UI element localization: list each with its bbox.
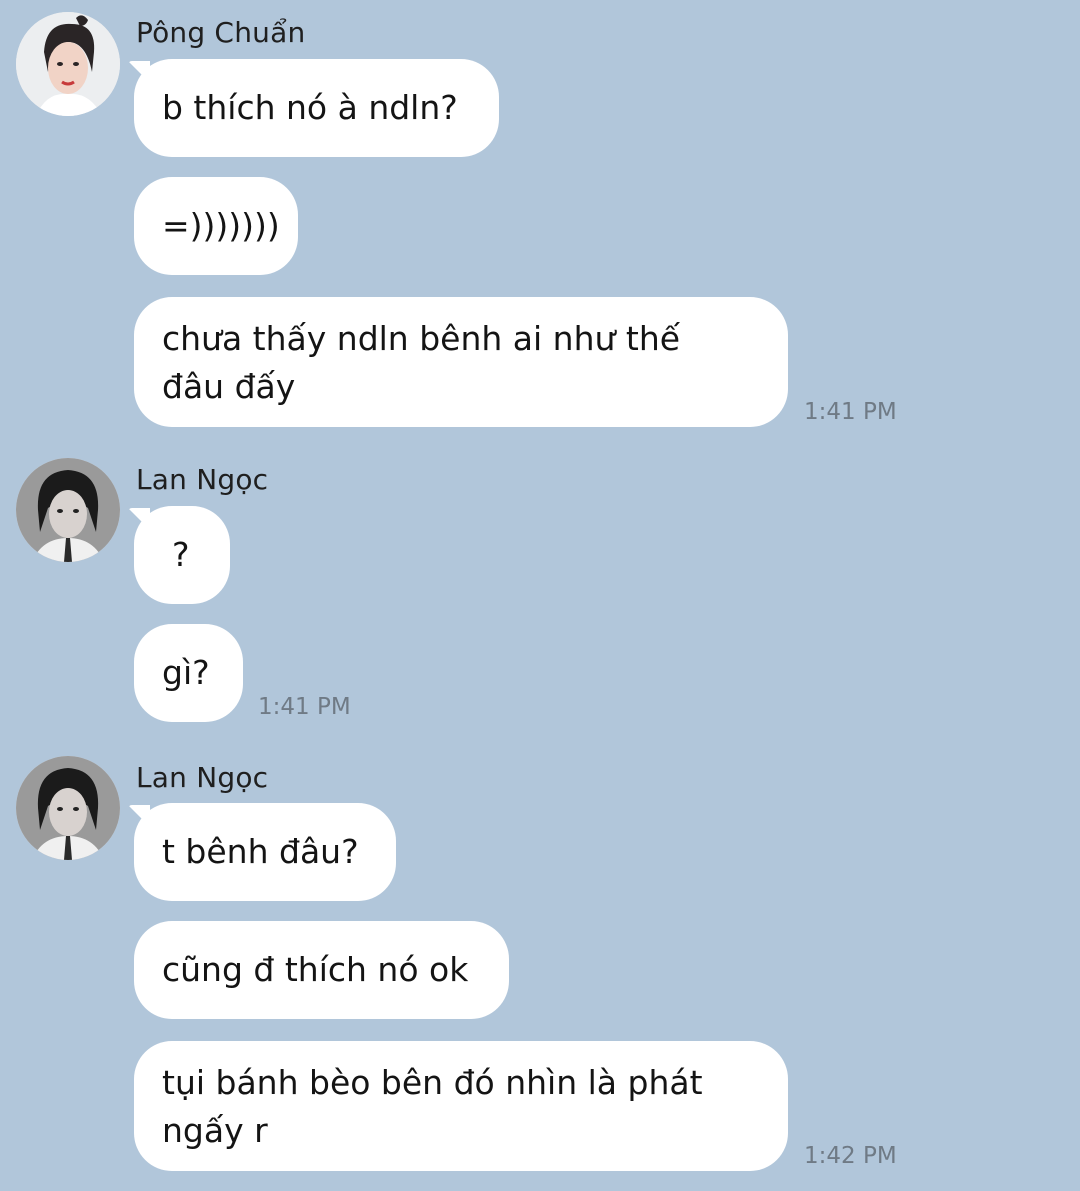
message-bubble[interactable]: b thích nó à ndln? bbox=[134, 59, 499, 157]
sender-name: Lan Ngọc bbox=[136, 463, 269, 496]
message-bubble[interactable]: chưa thấy ndln bênh ai như thế đâu đấy bbox=[134, 297, 788, 427]
message-bubble[interactable]: t bênh đâu? bbox=[134, 803, 396, 901]
message-bubble[interactable]: cũng đ thích nó ok bbox=[134, 921, 509, 1019]
message-timestamp: 1:42 PM bbox=[804, 1143, 897, 1169]
contact-avatar-icon bbox=[16, 458, 120, 562]
sender-name: Lan Ngọc bbox=[136, 761, 269, 794]
message-bubble[interactable]: ? bbox=[134, 506, 230, 604]
message-timestamp: 1:41 PM bbox=[258, 694, 351, 720]
message-bubble[interactable]: tụi bánh bèo bên đó nhìn là phát ngấy r bbox=[134, 1041, 788, 1171]
avatar[interactable] bbox=[16, 756, 120, 860]
message-bubble[interactable]: =))))))) bbox=[134, 177, 298, 275]
avatar[interactable] bbox=[16, 458, 120, 562]
sender-name: Pông Chuẩn bbox=[136, 16, 306, 49]
contact-avatar-icon bbox=[16, 756, 120, 860]
message-bubble[interactable]: gì? bbox=[134, 624, 243, 722]
contact-avatar-icon bbox=[16, 12, 120, 116]
message-timestamp: 1:41 PM bbox=[804, 399, 897, 425]
avatar[interactable] bbox=[16, 12, 120, 116]
